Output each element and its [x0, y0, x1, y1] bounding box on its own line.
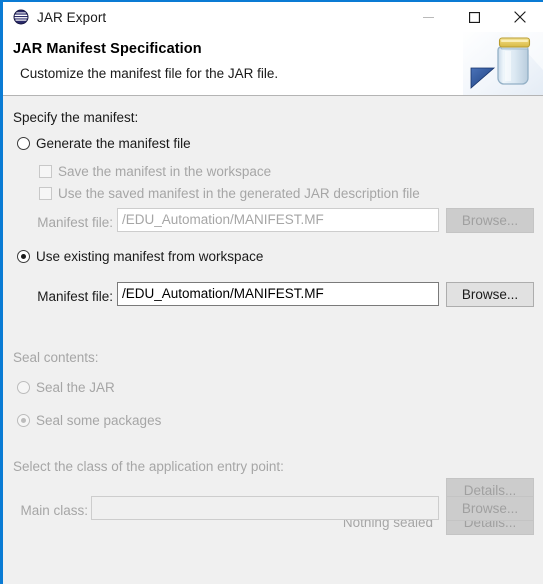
close-button[interactable] [497, 2, 543, 32]
generate-manifest-file-input[interactable]: /EDU_Automation/MANIFEST.MF [117, 208, 439, 232]
radio-seal-the-jar[interactable]: Seal the JAR [17, 380, 115, 395]
dialog-body: Specify the manifest: Generate the manif… [3, 96, 543, 582]
existing-manifest-file-label: Manifest file: [37, 289, 113, 304]
checkbox-save-manifest-workspace-label: Save the manifest in the workspace [58, 164, 272, 179]
title-bar-left: JAR Export [3, 9, 106, 25]
minimize-button[interactable] [405, 2, 451, 32]
page-title: JAR Manifest Specification [13, 41, 202, 57]
wizard-header: JAR Manifest Specification Customize the… [3, 32, 543, 96]
generate-manifest-browse-button[interactable]: Browse... [446, 208, 534, 233]
jar-export-icon [463, 32, 543, 95]
specify-manifest-label: Specify the manifest: [13, 110, 139, 125]
window-title: JAR Export [37, 9, 107, 25]
existing-manifest-file-input[interactable]: /EDU_Automation/MANIFEST.MF [117, 282, 439, 306]
main-class-input[interactable] [91, 496, 439, 520]
jar-export-dialog: JAR Export JAR Manifest Specification Cu… [0, 0, 543, 584]
checkbox-save-manifest-workspace[interactable]: Save the manifest in the workspace [39, 164, 271, 179]
main-class-label: Main class: [20, 503, 88, 518]
checkbox-use-saved-manifest-indicator [39, 187, 52, 200]
existing-manifest-browse-button[interactable]: Browse... [446, 282, 534, 307]
checkbox-use-saved-manifest-label: Use the saved manifest in the generated … [58, 186, 420, 201]
radio-generate-manifest-indicator [17, 137, 30, 150]
checkbox-use-saved-manifest[interactable]: Use the saved manifest in the generated … [39, 186, 420, 201]
radio-seal-the-jar-indicator [17, 381, 30, 394]
eclipse-icon [13, 9, 29, 25]
radio-seal-the-jar-label: Seal the JAR [36, 380, 115, 395]
checkbox-save-manifest-workspace-indicator [39, 165, 52, 178]
radio-generate-manifest-label: Generate the manifest file [36, 136, 191, 151]
radio-use-existing-manifest-label: Use existing manifest from workspace [36, 249, 264, 264]
main-class-browse-button[interactable]: Browse... [446, 496, 534, 521]
radio-seal-some-packages-label: Seal some packages [36, 413, 162, 428]
radio-use-existing-manifest-indicator [17, 250, 30, 263]
radio-generate-manifest[interactable]: Generate the manifest file [17, 136, 191, 151]
seal-contents-label: Seal contents: [13, 350, 99, 365]
page-subtitle: Customize the manifest file for the JAR … [20, 66, 279, 81]
window-controls [405, 2, 543, 32]
title-bar: JAR Export [3, 2, 543, 32]
radio-seal-some-packages-indicator [17, 414, 30, 427]
radio-seal-some-packages[interactable]: Seal some packages [17, 413, 161, 428]
radio-use-existing-manifest[interactable]: Use existing manifest from workspace [17, 249, 263, 264]
entry-point-label: Select the class of the application entr… [13, 459, 284, 474]
maximize-button[interactable] [451, 2, 497, 32]
generate-manifest-file-label: Manifest file: [37, 215, 113, 230]
